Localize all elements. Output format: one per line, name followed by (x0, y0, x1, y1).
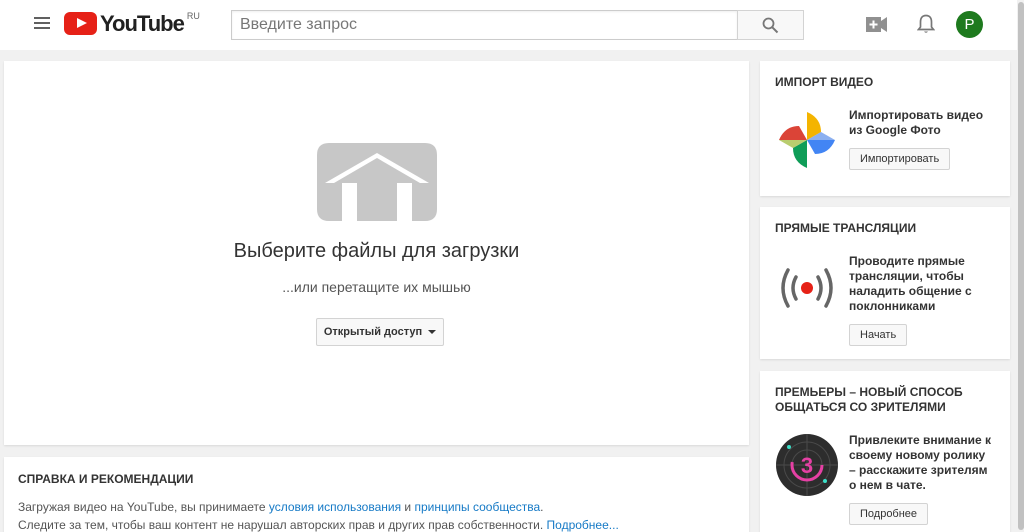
logo-region: RU (186, 11, 200, 21)
search-input[interactable] (231, 10, 737, 40)
live-streaming-card: ПРЯМЫЕ ТРАНСЛЯЦИИ Проводите прямые транс… (760, 207, 1010, 359)
privacy-dropdown[interactable]: Открытый доступ (316, 318, 444, 346)
help-text: и (401, 500, 415, 514)
search-icon (762, 17, 779, 33)
premieres-description: Привлеките внимание к своему новому роли… (849, 433, 991, 492)
help-title: СПРАВКА И РЕКОМЕНДАЦИИ (18, 472, 194, 486)
import-video-card: ИМПОРТ ВИДЕО Импортировать видео из Goog… (760, 61, 1010, 196)
hamburger-menu-icon[interactable] (34, 17, 50, 31)
help-panel: СПРАВКА И РЕКОМЕНДАЦИИ Загружая видео на… (4, 457, 749, 532)
upload-arrow-icon[interactable] (317, 143, 437, 221)
youtube-logo[interactable]: YouTube RU (64, 11, 200, 38)
start-live-button[interactable]: Начать (849, 324, 908, 346)
top-bar: YouTube RU P (0, 0, 1024, 50)
account-avatar[interactable]: P (956, 11, 983, 38)
search-button[interactable] (737, 10, 804, 40)
video-camera-add-icon[interactable] (866, 17, 887, 32)
live-broadcast-icon (781, 268, 833, 308)
upload-title: Выберите файлы для загрузки (233, 240, 520, 262)
premieres-learn-more-button[interactable]: Подробнее (849, 503, 929, 525)
help-text: Следите за тем, чтобы ваш контент не нар… (18, 518, 547, 532)
privacy-label: Открытый доступ (323, 326, 423, 338)
live-title: ПРЯМЫЕ ТРАНСЛЯЦИИ (775, 221, 917, 235)
import-button[interactable]: Импортировать (849, 148, 951, 170)
community-guidelines-link[interactable]: принципы сообщества (414, 500, 540, 514)
import-description: Импортировать видео из Google Фото (849, 108, 984, 137)
live-description: Проводите прямые трансляции, чтобы налад… (849, 254, 972, 313)
logo-text: YouTube (100, 11, 185, 36)
google-photos-icon (779, 112, 835, 168)
upload-panel[interactable]: Выберите файлы для загрузки ...или перет… (4, 61, 749, 445)
caret-down-icon (428, 330, 437, 334)
help-text-line-1: Загружая видео на YouTube, вы принимаете… (18, 498, 735, 516)
help-text-line-2: Следите за тем, чтобы ваш контент не нар… (18, 516, 735, 532)
learn-more-link[interactable]: Подробнее... (547, 518, 619, 532)
premiere-countdown-icon: 3 (776, 434, 838, 496)
help-text: Загружая видео на YouTube, вы принимаете (18, 500, 269, 514)
premieres-card: ПРЕМЬЕРЫ – НОВЫЙ СПОСОБ ОБЩАТЬСЯ СО ЗРИТ… (760, 371, 1010, 532)
help-text: . (540, 500, 544, 514)
terms-of-use-link[interactable]: условия использования (269, 500, 401, 514)
premieres-title: ПРЕМЬЕРЫ – НОВЫЙ СПОСОБ ОБЩАТЬСЯ СО ЗРИТ… (775, 385, 963, 414)
upload-subtitle: ...или перетащите их мышью (282, 279, 471, 295)
premiere-countdown-number: 3 (801, 453, 813, 478)
scrollbar-thumb[interactable] (1018, 2, 1024, 530)
youtube-play-icon (64, 12, 97, 35)
notifications-bell-icon[interactable] (917, 14, 935, 35)
import-title: ИМПОРТ ВИДЕО (775, 75, 874, 89)
search-bar (231, 10, 804, 40)
